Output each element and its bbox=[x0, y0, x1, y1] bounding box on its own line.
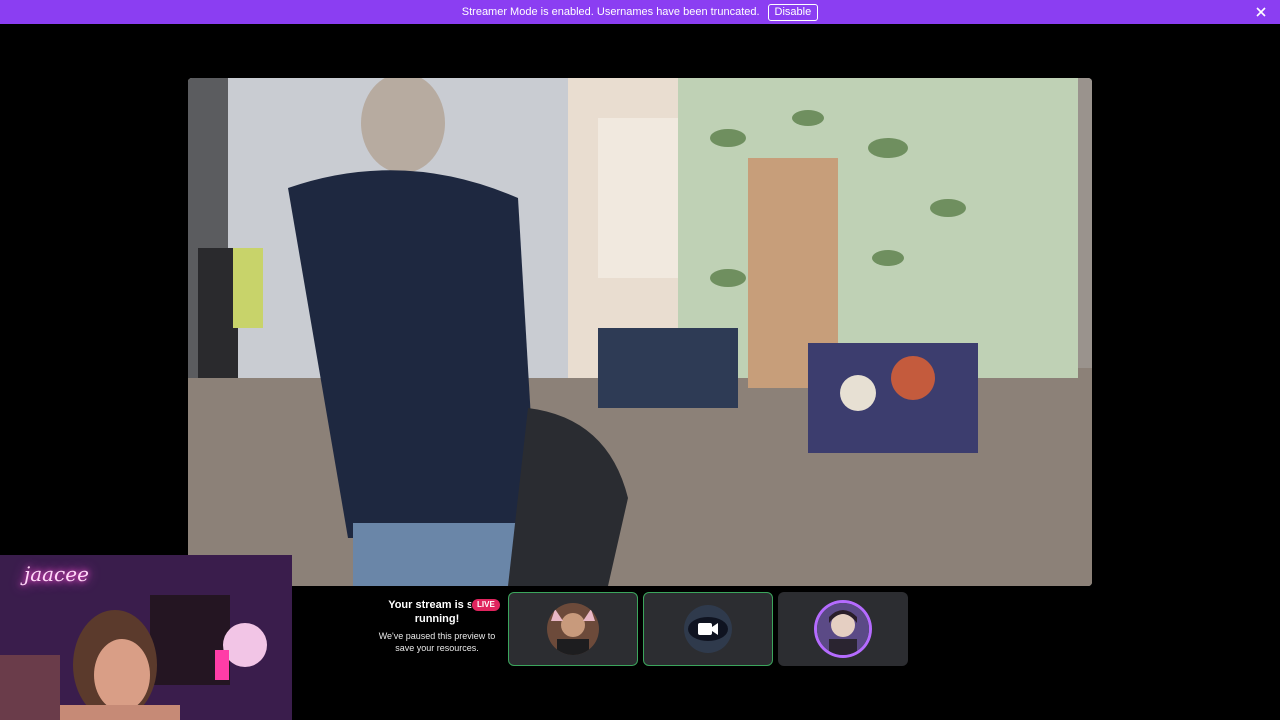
participant-tile-3[interactable] bbox=[778, 592, 908, 666]
participant-tile-2[interactable] bbox=[643, 592, 773, 666]
participant-tile-1[interactable] bbox=[508, 592, 638, 666]
video-camera-icon bbox=[684, 605, 732, 653]
live-badge: LIVE bbox=[471, 598, 501, 612]
neon-sign: jaacee bbox=[24, 562, 89, 586]
banner-message: Streamer Mode is enabled. Usernames have… bbox=[461, 6, 760, 18]
streamer-mode-banner: Streamer Mode is enabled. Usernames have… bbox=[0, 0, 1280, 24]
avatar-icon bbox=[547, 603, 599, 655]
close-icon[interactable] bbox=[1254, 5, 1268, 19]
stream-video[interactable] bbox=[188, 78, 1092, 586]
paused-subtitle: We've paused this preview to save your r… bbox=[378, 631, 496, 653]
disable-button[interactable]: Disable bbox=[767, 3, 819, 21]
avatar-icon bbox=[817, 603, 869, 655]
